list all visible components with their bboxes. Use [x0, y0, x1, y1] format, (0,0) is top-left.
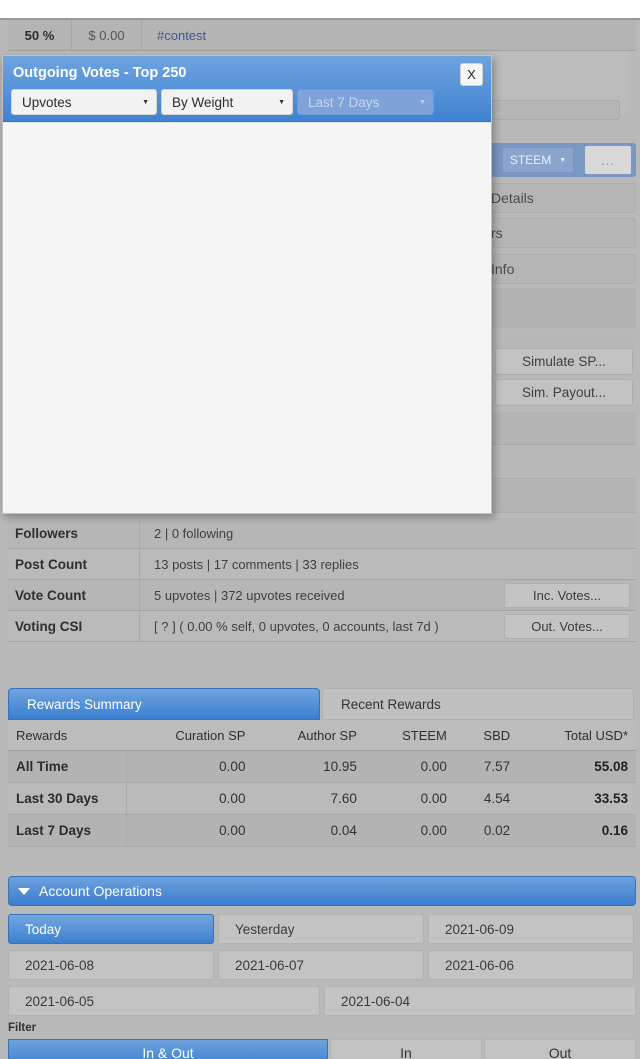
- filter-in-button[interactable]: In: [330, 1039, 482, 1059]
- reward-curation-sp: 0.00: [126, 814, 254, 847]
- date-button-2021-06-09[interactable]: 2021-06-09: [428, 914, 634, 944]
- stat-value-followers: 2 | 0 following: [154, 525, 234, 541]
- time-range-dropdown[interactable]: Last 7 Days ▼: [297, 89, 434, 115]
- table-row: Post Count 13 posts | 17 comments | 33 r…: [8, 548, 636, 580]
- filter-label: Filter: [8, 1022, 37, 1034]
- filter-out-button[interactable]: Out: [484, 1039, 636, 1059]
- currency-dropdown-label: STEEM: [509, 153, 552, 167]
- table-row: Last 7 Days 0.00 0.04 0.00 0.02 0.16: [8, 814, 636, 847]
- col-steem: STEEM: [364, 720, 455, 751]
- reward-curation-sp: 0.00: [126, 750, 254, 783]
- account-operations-header[interactable]: Account Operations: [8, 876, 636, 906]
- account-operations-title: Account Operations: [39, 883, 162, 899]
- app-window: 50 % $ 0.00 #contest STEEM ▼ ... Details…: [0, 0, 640, 1059]
- col-total-usd: Total USD*: [518, 720, 636, 751]
- tag-link[interactable]: #contest: [157, 28, 206, 43]
- table-row: Last 30 Days 0.00 7.60 0.00 4.54 33.53: [8, 782, 636, 815]
- collapse-triangle-icon: [18, 887, 30, 895]
- reward-total-usd: 33.53: [518, 782, 636, 815]
- chevron-down-icon: ▼: [142, 98, 149, 106]
- filter-in-and-out-button[interactable]: In & Out: [8, 1039, 328, 1059]
- filter-button-group: In & Out In Out: [8, 1039, 636, 1059]
- tab-rewards-summary[interactable]: Rewards Summary: [8, 688, 320, 720]
- reward-period: Last 30 Days: [8, 782, 127, 815]
- time-range-dropdown-value: Last 7 Days: [308, 94, 380, 110]
- table-row: All Time 0.00 10.95 0.00 7.57 55.08: [8, 750, 636, 783]
- sort-order-dropdown[interactable]: By Weight ▼: [161, 89, 293, 115]
- reward-period: All Time: [8, 750, 127, 783]
- col-rewards: Rewards: [8, 720, 126, 751]
- simulate-payout-button[interactable]: Sim. Payout...: [495, 379, 633, 406]
- chevron-down-icon: ▼: [559, 156, 567, 164]
- stat-label-followers: Followers: [8, 517, 140, 549]
- date-button-2021-06-04[interactable]: 2021-06-04: [324, 986, 636, 1016]
- date-row-1: Today Yesterday 2021-06-09: [8, 914, 636, 944]
- post-percent-cell: 50 %: [8, 19, 72, 51]
- date-button-2021-06-08[interactable]: 2021-06-08: [8, 950, 214, 980]
- dialog-title-bar[interactable]: Outgoing Votes - Top 250 X Upvotes ▼ By …: [3, 56, 491, 122]
- post-summary-row: 50 % $ 0.00 #contest: [8, 19, 636, 51]
- reward-sbd: 4.54: [454, 782, 519, 815]
- account-stats-table: Followers 2 | 0 following Post Count 13 …: [8, 517, 636, 642]
- post-payout-cell: $ 0.00: [72, 19, 142, 51]
- reward-total-usd: 55.08: [518, 750, 636, 783]
- post-tag-cell: #contest: [142, 20, 636, 51]
- reward-period: Last 7 Days: [8, 814, 127, 847]
- rewards-section: Rewards Summary Recent Rewards Rewards C…: [8, 688, 636, 847]
- stat-value-post-count: 13 posts | 17 comments | 33 replies: [154, 556, 359, 572]
- stat-label-post-count: Post Count: [8, 548, 140, 580]
- simulate-sp-button[interactable]: Simulate SP...: [495, 348, 633, 375]
- chrome-rounded-pill: [78, 0, 484, 14]
- chevron-down-icon: ▼: [278, 98, 285, 106]
- reward-author-sp: 0.04: [253, 814, 365, 847]
- date-button-2021-06-05[interactable]: 2021-06-05: [8, 986, 320, 1016]
- reward-sbd: 7.57: [454, 750, 519, 783]
- stat-label-vote-count: Vote Count: [8, 579, 140, 611]
- table-row: Voting CSI [ ? ] ( 0.00 % self, 0 upvote…: [8, 610, 636, 642]
- reward-author-sp: 7.60: [253, 782, 365, 815]
- stat-label-voting-csi: Voting CSI: [8, 610, 140, 642]
- outgoing-votes-button[interactable]: Out. Votes...: [504, 614, 630, 639]
- browser-chrome-strip: [0, 0, 640, 18]
- outgoing-votes-dialog: Outgoing Votes - Top 250 X Upvotes ▼ By …: [2, 55, 492, 514]
- reward-total-usd: 0.16: [518, 814, 636, 847]
- reward-steem: 0.00: [364, 782, 455, 815]
- dialog-filter-controls: Upvotes ▼ By Weight ▼ Last 7 Days ▼: [11, 89, 434, 115]
- vote-type-dropdown[interactable]: Upvotes ▼: [11, 89, 157, 115]
- table-header-row: Rewards Curation SP Author SP STEEM SBD …: [8, 720, 636, 751]
- incoming-votes-button[interactable]: Inc. Votes...: [504, 583, 630, 608]
- table-row: Vote Count 5 upvotes | 372 upvotes recei…: [8, 579, 636, 611]
- rewards-tabs: Rewards Summary Recent Rewards: [8, 688, 636, 720]
- reward-curation-sp: 0.00: [126, 782, 254, 815]
- close-icon[interactable]: X: [460, 63, 483, 86]
- col-curation-sp: Curation SP: [126, 720, 254, 751]
- tab-recent-rewards[interactable]: Recent Rewards: [322, 688, 634, 720]
- table-row: Followers 2 | 0 following: [8, 517, 636, 549]
- dialog-title: Outgoing Votes - Top 250: [13, 65, 187, 81]
- vote-type-dropdown-value: Upvotes: [22, 94, 72, 110]
- reward-steem: 0.00: [364, 750, 455, 783]
- date-selector-grid: Today Yesterday 2021-06-09 2021-06-08 20…: [8, 914, 636, 1016]
- date-row-2: 2021-06-08 2021-06-07 2021-06-06: [8, 950, 636, 980]
- date-button-2021-06-06[interactable]: 2021-06-06: [428, 950, 634, 980]
- sort-order-dropdown-value: By Weight: [172, 94, 234, 110]
- date-button-yesterday[interactable]: Yesterday: [218, 914, 424, 944]
- date-row-3: 2021-06-05 2021-06-04: [8, 986, 636, 1016]
- reward-steem: 0.00: [364, 814, 455, 847]
- date-button-today[interactable]: Today: [8, 914, 214, 944]
- account-operations-section: Account Operations Today Yesterday 2021-…: [8, 876, 636, 1059]
- currency-dropdown[interactable]: STEEM ▼: [503, 148, 573, 172]
- dialog-body: [3, 122, 491, 513]
- reward-author-sp: 10.95: [253, 750, 365, 783]
- more-options-button[interactable]: ...: [584, 145, 632, 175]
- reward-sbd: 0.02: [454, 814, 519, 847]
- rewards-table: Rewards Curation SP Author SP STEEM SBD …: [8, 720, 636, 847]
- chevron-down-icon: ▼: [419, 98, 426, 106]
- col-sbd: SBD: [454, 720, 519, 751]
- col-author-sp: Author SP: [253, 720, 365, 751]
- date-button-2021-06-07[interactable]: 2021-06-07: [218, 950, 424, 980]
